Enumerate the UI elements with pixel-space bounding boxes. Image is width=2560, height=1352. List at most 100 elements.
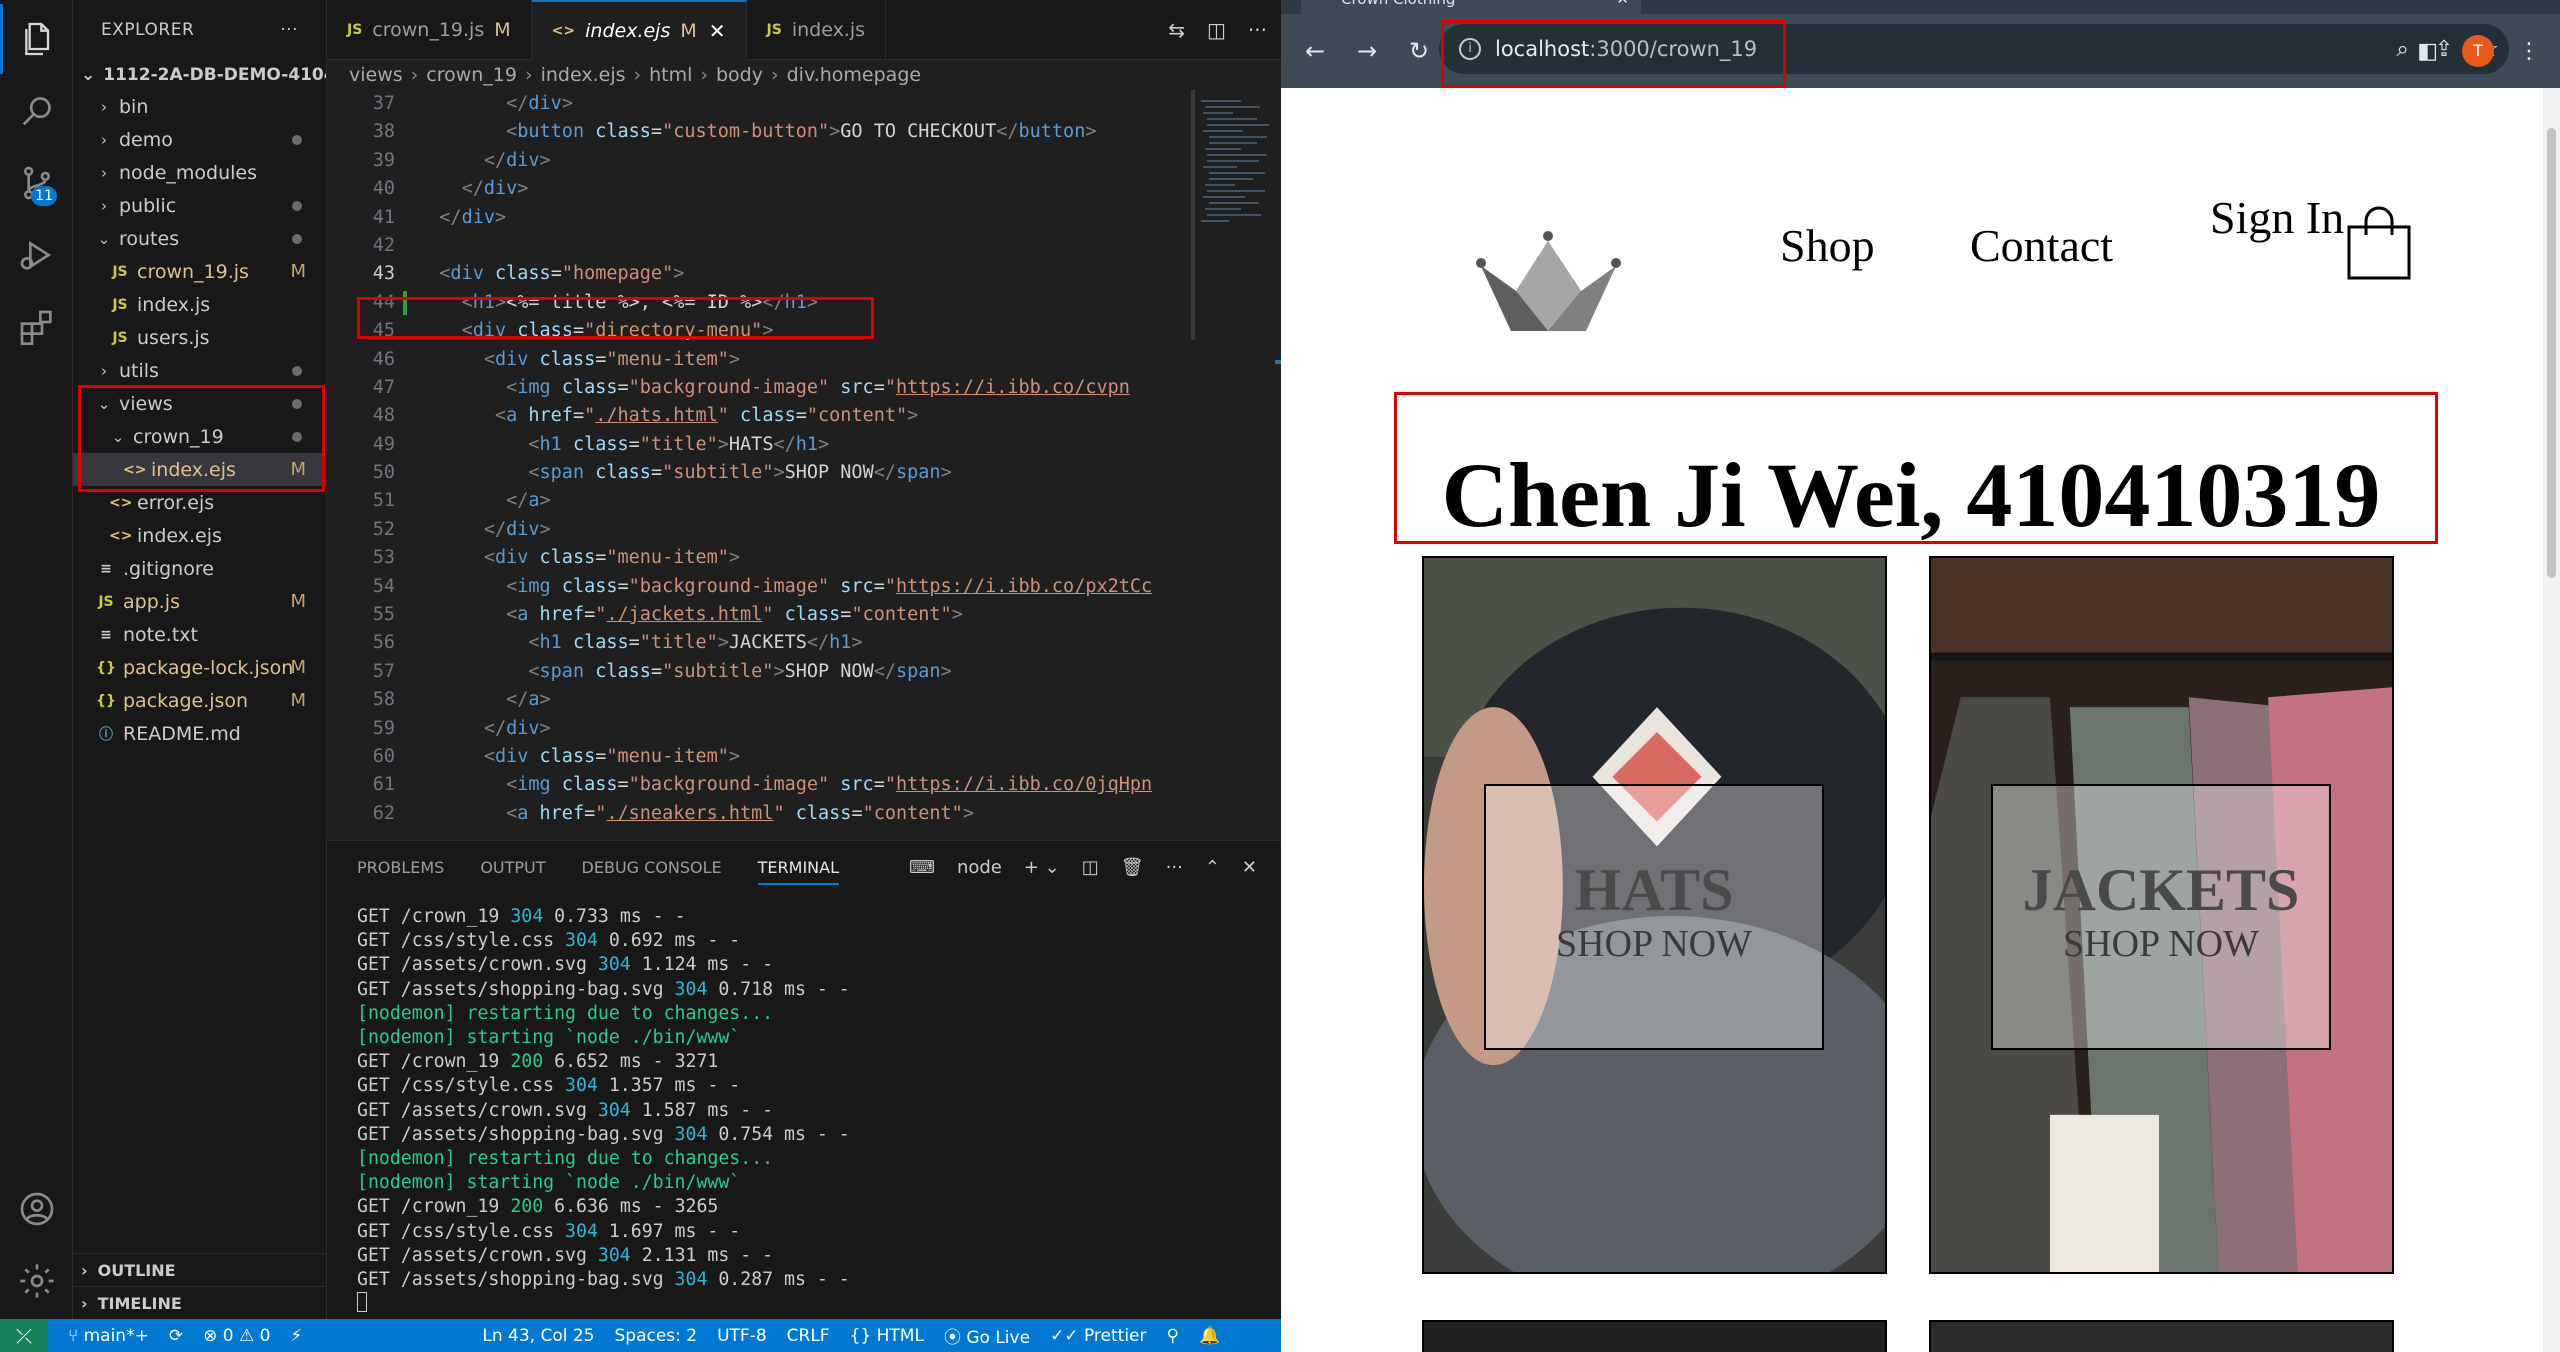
back-arrow-icon[interactable]: ← xyxy=(1291,37,1339,65)
file-item[interactable]: ≡ .gitignore xyxy=(73,552,326,585)
breadcrumb-item[interactable]: html xyxy=(649,64,692,86)
explorer-title: EXPLORER xyxy=(101,20,195,40)
new-terminal-icon[interactable]: + ⌄ xyxy=(1024,857,1060,878)
breadcrumb-item[interactable]: crown_19 xyxy=(426,64,517,86)
code-text: </div> xyxy=(483,518,551,540)
tab-label: index.js xyxy=(791,19,866,41)
panel-tab[interactable]: TERMINAL xyxy=(757,850,840,885)
scrollbar-thumb[interactable] xyxy=(2547,128,2556,578)
cursor-position[interactable]: Ln 43, Col 25 xyxy=(482,1326,594,1346)
folder-item[interactable]: › node_modules xyxy=(73,156,326,189)
more-actions-icon[interactable]: ··· xyxy=(280,20,298,40)
folder-item[interactable]: ⌄ routes xyxy=(73,222,326,255)
code-text: <h1 class="title">HATS</h1> xyxy=(528,433,830,455)
file-item[interactable]: JS app.js M xyxy=(73,585,326,618)
menu-item-jackets[interactable]: JACKETS SHOP NOW xyxy=(1929,556,2394,1274)
split-editor-icon[interactable]: ◫ xyxy=(1207,18,1226,42)
remote-icon[interactable]: ⤫ xyxy=(0,1319,48,1352)
folder-item[interactable]: › utils xyxy=(73,354,326,387)
project-root[interactable]: ⌄ 1112-2A-DB-DEMO-41041... xyxy=(73,60,326,90)
account-icon[interactable] xyxy=(0,1174,73,1244)
file-item[interactable]: ≡ note.txt xyxy=(73,618,326,651)
encoding[interactable]: UTF-8 xyxy=(717,1326,767,1346)
shopping-bag-icon[interactable] xyxy=(2346,205,2412,281)
file-item[interactable]: JS index.js xyxy=(73,288,326,321)
breadcrumb-item[interactable]: body xyxy=(716,64,763,86)
folder-item[interactable]: › bin xyxy=(73,90,326,123)
terminal-text: GET /assets/shopping-bag.svg xyxy=(357,1269,675,1291)
hats-content-link[interactable]: HATS SHOP NOW xyxy=(1484,784,1824,1050)
terminal-output[interactable]: GET /crown_19 304 0.733 ms - - GET /css/s… xyxy=(327,893,1281,1319)
side-panel-icon[interactable]: ◧ xyxy=(2417,39,2438,64)
editor-tab[interactable]: <> index.ejs M ✕ xyxy=(531,0,747,60)
compare-icon[interactable]: ⇆ xyxy=(1168,18,1185,42)
close-tab-icon[interactable]: ✕ xyxy=(709,19,726,43)
sync-icon[interactable]: ⟳ xyxy=(169,1326,183,1346)
minimap[interactable] xyxy=(1191,90,1281,840)
file-item[interactable]: JS users.js xyxy=(73,321,326,354)
nav-signin-link[interactable]: Sign In xyxy=(2210,190,2360,245)
zoom-icon[interactable]: ⌕ xyxy=(2397,37,2409,62)
crown-logo-icon[interactable] xyxy=(1471,206,1626,331)
breadcrumb-item[interactable]: views xyxy=(349,64,403,86)
file-item[interactable]: {} package.json M xyxy=(73,684,326,717)
browser-tab[interactable]: Crown Clothing ✕ xyxy=(1301,0,1641,14)
file-item[interactable]: {} package-lock.json M xyxy=(73,651,326,684)
source-control-icon[interactable]: 11 xyxy=(0,148,73,218)
menu-item-fourth-partial[interactable] xyxy=(1929,1320,2394,1352)
editor-tab[interactable]: JS index.js xyxy=(747,0,887,60)
panel-tab[interactable]: OUTPUT xyxy=(480,858,545,877)
code-line: 56 <h1 class="title">JACKETS</h1> xyxy=(327,629,1187,657)
reload-icon[interactable]: ↻ xyxy=(1395,37,1443,65)
profile-avatar[interactable]: T xyxy=(2462,35,2494,67)
file-item[interactable]: <> index.ejs xyxy=(73,519,326,552)
problems-count[interactable]: ⊗ 0 ⚠ 0 xyxy=(203,1326,270,1346)
forward-arrow-icon[interactable]: → xyxy=(1343,37,1391,65)
menu-kebab-icon[interactable]: ⋮ xyxy=(2518,39,2540,64)
end-of-line[interactable]: CRLF xyxy=(787,1326,830,1346)
panel-tab[interactable]: DEBUG CONSOLE xyxy=(582,858,722,877)
trash-icon[interactable]: 🗑 xyxy=(1121,857,1144,878)
terminal-name[interactable]: node xyxy=(957,857,1002,878)
explorer-icon[interactable] xyxy=(0,4,73,74)
language-mode[interactable]: {} HTML xyxy=(850,1326,924,1346)
nav-contact-link[interactable]: Contact xyxy=(1970,218,2113,273)
ports-icon[interactable]: ⚡ xyxy=(290,1326,302,1346)
panel-tab[interactable]: PROBLEMS xyxy=(357,858,444,877)
prettier-button[interactable]: ✓✓ Prettier xyxy=(1050,1326,1146,1346)
menu-item-third-partial[interactable] xyxy=(1422,1320,1887,1352)
more-icon[interactable]: ··· xyxy=(1166,857,1183,878)
outline-section[interactable]: › OUTLINE xyxy=(73,1253,326,1286)
jackets-content-link[interactable]: JACKETS SHOP NOW xyxy=(1991,784,2331,1050)
feedback-icon[interactable]: ⚲ xyxy=(1167,1326,1179,1346)
page-scrollbar[interactable] xyxy=(2543,88,2560,1352)
folder-item[interactable]: › public xyxy=(73,189,326,222)
notifications-bell-icon[interactable]: 🔔 xyxy=(1199,1326,1220,1346)
folder-item[interactable]: › demo xyxy=(73,123,326,156)
code-editor[interactable]: 37 </div> 38 <button class="custom-button… xyxy=(327,90,1187,840)
run-debug-icon[interactable] xyxy=(0,220,73,290)
timeline-section[interactable]: › TIMELINE xyxy=(73,1286,326,1319)
breadcrumb-item[interactable]: div.homepage xyxy=(787,64,921,86)
more-icon[interactable]: ··· xyxy=(1248,18,1267,42)
settings-gear-icon[interactable] xyxy=(0,1246,73,1316)
split-terminal-icon[interactable]: ◫ xyxy=(1082,857,1099,878)
terminal-text: 1.697 ms - - xyxy=(597,1220,741,1242)
indentation[interactable]: Spaces: 2 xyxy=(614,1326,697,1346)
chevron-right-icon: › xyxy=(101,163,107,182)
git-branch[interactable]: ⑂ main*+ xyxy=(68,1326,149,1346)
tree-item-label: public xyxy=(119,194,177,217)
maximize-panel-icon[interactable]: ⌃ xyxy=(1205,857,1220,878)
close-tab-icon[interactable]: ✕ xyxy=(1616,0,1629,8)
http-status-code: 200 xyxy=(510,1196,544,1218)
extensions-icon[interactable] xyxy=(0,292,73,362)
search-icon[interactable] xyxy=(0,76,73,146)
go-live-button[interactable]: ⦿ Go Live xyxy=(944,1323,1030,1348)
file-item[interactable]: ⓘ README.md xyxy=(73,717,326,750)
nav-shop-link[interactable]: Shop xyxy=(1780,218,1875,273)
close-panel-icon[interactable]: ✕ xyxy=(1242,857,1257,878)
breadcrumb-item[interactable]: index.ejs xyxy=(541,64,626,86)
file-item[interactable]: JS crown_19.js M xyxy=(73,255,326,288)
menu-item-hats[interactable]: HATS SHOP NOW xyxy=(1422,556,1887,1274)
editor-tab[interactable]: JS crown_19.js M xyxy=(327,0,532,60)
